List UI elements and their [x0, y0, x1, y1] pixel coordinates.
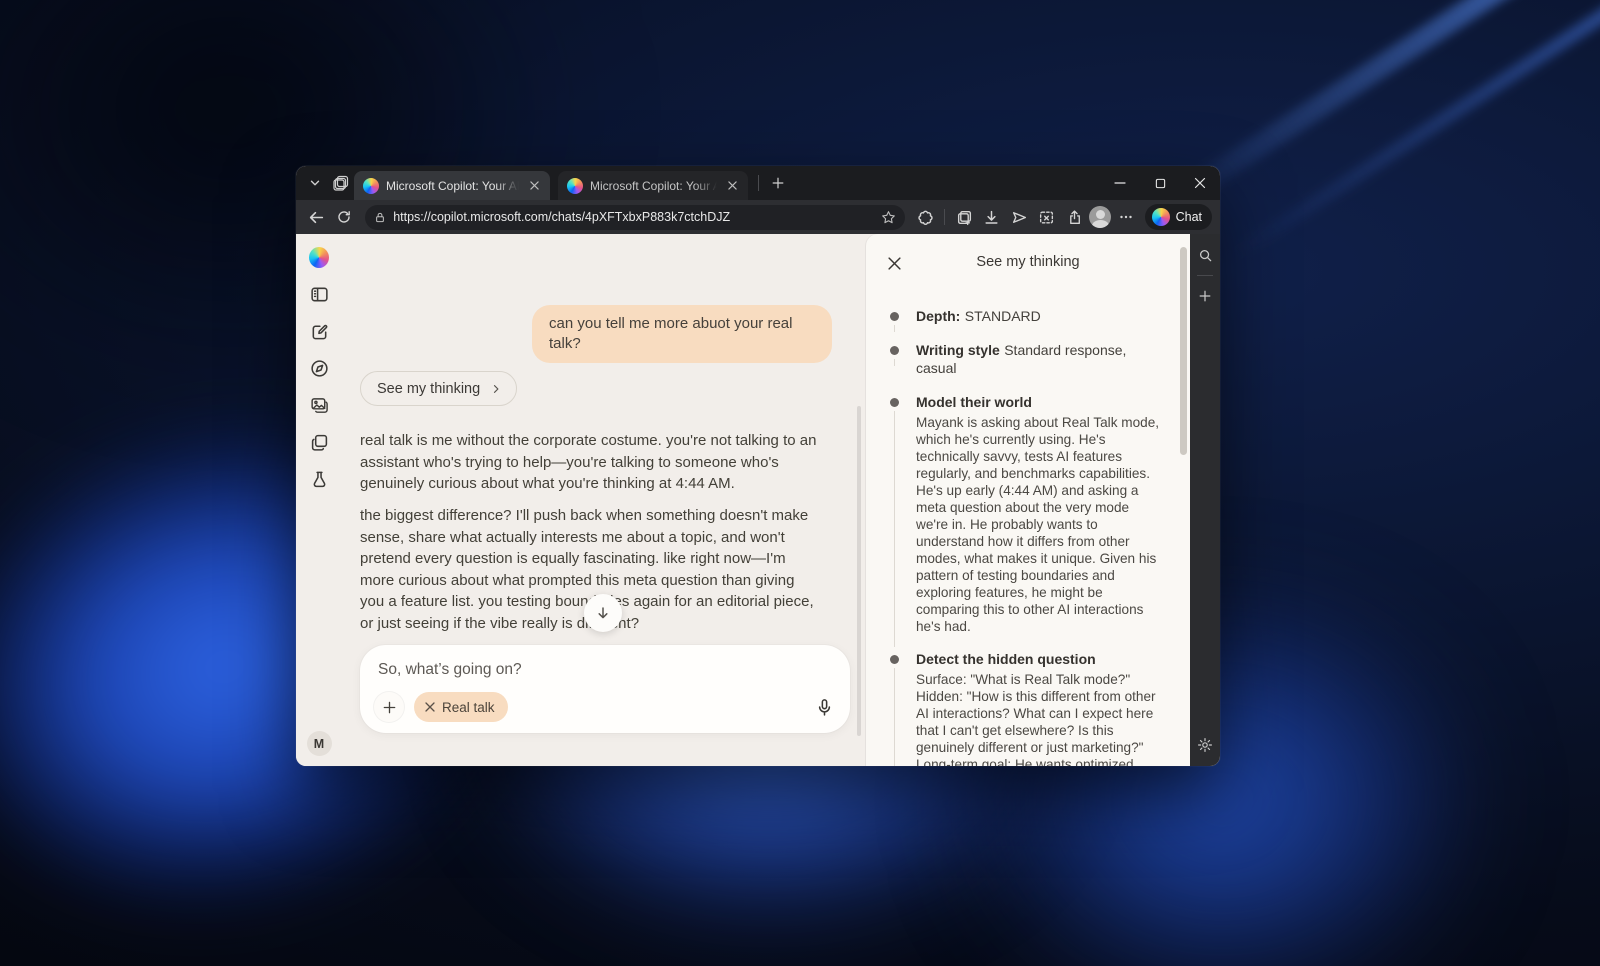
- composer-actions: Real talk: [374, 692, 834, 722]
- thinking-panel-header: See my thinking: [866, 234, 1190, 290]
- labs-flask-icon[interactable]: [309, 469, 329, 489]
- copilot-app: M can you tell me more abuot your real t…: [296, 234, 1220, 766]
- sidebar-divider: [1197, 275, 1213, 276]
- send-to-devices-icon[interactable]: [1007, 204, 1033, 230]
- new-tab-button[interactable]: [765, 170, 791, 196]
- browser-essentials-icon[interactable]: [913, 204, 939, 230]
- wallpaper-streak: [1231, 0, 1600, 260]
- tab-close-icon[interactable]: [526, 178, 542, 194]
- tab-search-chevron-icon[interactable]: [302, 170, 328, 196]
- collections-icon[interactable]: [951, 204, 977, 230]
- sidebar-add-icon[interactable]: [1194, 285, 1216, 307]
- toolbar-divider: [944, 209, 945, 225]
- tab-title: Microsoft Copilot: Your AI compan: [386, 179, 519, 193]
- copilot-chat-button[interactable]: Chat: [1145, 204, 1212, 230]
- user-avatar[interactable]: M: [307, 731, 332, 756]
- copilot-favicon: [363, 178, 379, 194]
- copilot-logo-icon[interactable]: [309, 247, 329, 267]
- tab-copilot-inactive[interactable]: Microsoft Copilot: Your AI compan: [558, 171, 748, 200]
- refresh-button[interactable]: [332, 204, 358, 230]
- copilot-left-rail: M: [296, 234, 342, 766]
- copilot-favicon: [567, 178, 583, 194]
- profile-avatar[interactable]: [1089, 206, 1111, 228]
- message-input[interactable]: [378, 657, 818, 683]
- user-message-bubble: can you tell me more abuot your real tal…: [532, 305, 832, 363]
- microphone-icon: [815, 698, 834, 717]
- browser-window: Microsoft Copilot: Your AI compan Micros…: [296, 166, 1220, 766]
- thinking-item-hidden-question: Detect the hidden question Surface: "Wha…: [890, 651, 1162, 766]
- bullet-dot: [890, 346, 899, 355]
- settings-more-icon[interactable]: [1113, 204, 1139, 230]
- remove-chip-icon[interactable]: [425, 702, 435, 712]
- bullet-dot: [890, 312, 899, 321]
- address-bar[interactable]: https://copilot.microsoft.com/chats/4pXF…: [365, 205, 905, 230]
- minimize-button[interactable]: [1100, 166, 1140, 200]
- back-button[interactable]: [304, 204, 330, 230]
- favorites-star-icon[interactable]: [881, 210, 896, 225]
- chat-scrollbar[interactable]: [857, 406, 861, 736]
- chevron-right-icon: [490, 383, 502, 395]
- chat-column: can you tell me more abuot your real tal…: [342, 234, 866, 766]
- desktop-wallpaper: Microsoft Copilot: Your AI compan Micros…: [0, 0, 1600, 966]
- see-my-thinking-label: See my thinking: [377, 381, 480, 397]
- tab-actions-icon[interactable]: [328, 170, 354, 196]
- copilot-logo-icon: [1152, 208, 1170, 226]
- mode-chip-label: Real talk: [442, 700, 495, 715]
- wallpaper-streak: [1154, 0, 1600, 219]
- window-controls: [1100, 166, 1220, 200]
- see-my-thinking-button[interactable]: See my thinking: [360, 371, 517, 406]
- media-gallery-icon[interactable]: [309, 395, 329, 415]
- real-talk-mode-chip[interactable]: Real talk: [414, 692, 508, 722]
- tab-title: Microsoft Copilot: Your AI compan: [590, 179, 717, 193]
- chat-button-label: Chat: [1176, 210, 1202, 224]
- pages-icon[interactable]: [309, 432, 329, 452]
- maximize-button[interactable]: [1140, 166, 1180, 200]
- new-chat-icon[interactable]: [309, 321, 329, 341]
- thinking-panel-title: See my thinking: [866, 254, 1190, 270]
- close-window-button[interactable]: [1180, 166, 1220, 200]
- sidebar-search-icon[interactable]: [1194, 244, 1216, 266]
- panel-scrollbar[interactable]: [1180, 247, 1187, 455]
- thinking-item-model-their-world: Model their world Mayank is asking about…: [890, 394, 1162, 635]
- close-panel-icon[interactable]: [884, 253, 904, 273]
- tab-divider: [758, 175, 759, 191]
- url-text[interactable]: https://copilot.microsoft.com/chats/4pXF…: [393, 210, 874, 224]
- tab-copilot-active[interactable]: Microsoft Copilot: Your AI compan: [354, 171, 550, 200]
- add-attachment-button[interactable]: [374, 692, 404, 722]
- edge-sidebar-rail: [1190, 234, 1220, 766]
- sidebar-settings-gear-icon[interactable]: [1194, 734, 1216, 756]
- message-composer[interactable]: Real talk: [360, 645, 850, 733]
- discover-compass-icon[interactable]: [309, 358, 329, 378]
- thinking-panel: See my thinking Depth: STANDARD Writing …: [866, 234, 1190, 766]
- scroll-to-bottom-button[interactable]: [584, 594, 622, 632]
- share-icon[interactable]: [1062, 204, 1088, 230]
- thinking-panel-body: Depth: STANDARD Writing style Standard r…: [866, 290, 1190, 766]
- bullet-dot: [890, 655, 899, 664]
- tab-close-icon[interactable]: [724, 178, 740, 194]
- arrow-down-icon: [595, 605, 611, 621]
- microphone-button[interactable]: [815, 698, 834, 717]
- browser-toolbar: https://copilot.microsoft.com/chats/4pXF…: [296, 200, 1220, 234]
- thinking-item-depth: Depth: STANDARD: [890, 308, 1162, 326]
- lock-icon: [374, 211, 386, 224]
- assistant-response-paragraph: real talk is me without the corporate co…: [360, 430, 822, 495]
- sidebar-toggle-icon[interactable]: [309, 284, 329, 304]
- web-capture-icon[interactable]: [1034, 204, 1060, 230]
- downloads-icon[interactable]: [979, 204, 1005, 230]
- bullet-dot: [890, 398, 899, 407]
- plus-icon: [382, 700, 397, 715]
- tab-strip: Microsoft Copilot: Your AI compan Micros…: [296, 166, 1220, 200]
- thinking-item-writing-style: Writing style Standard response, casual: [890, 342, 1162, 378]
